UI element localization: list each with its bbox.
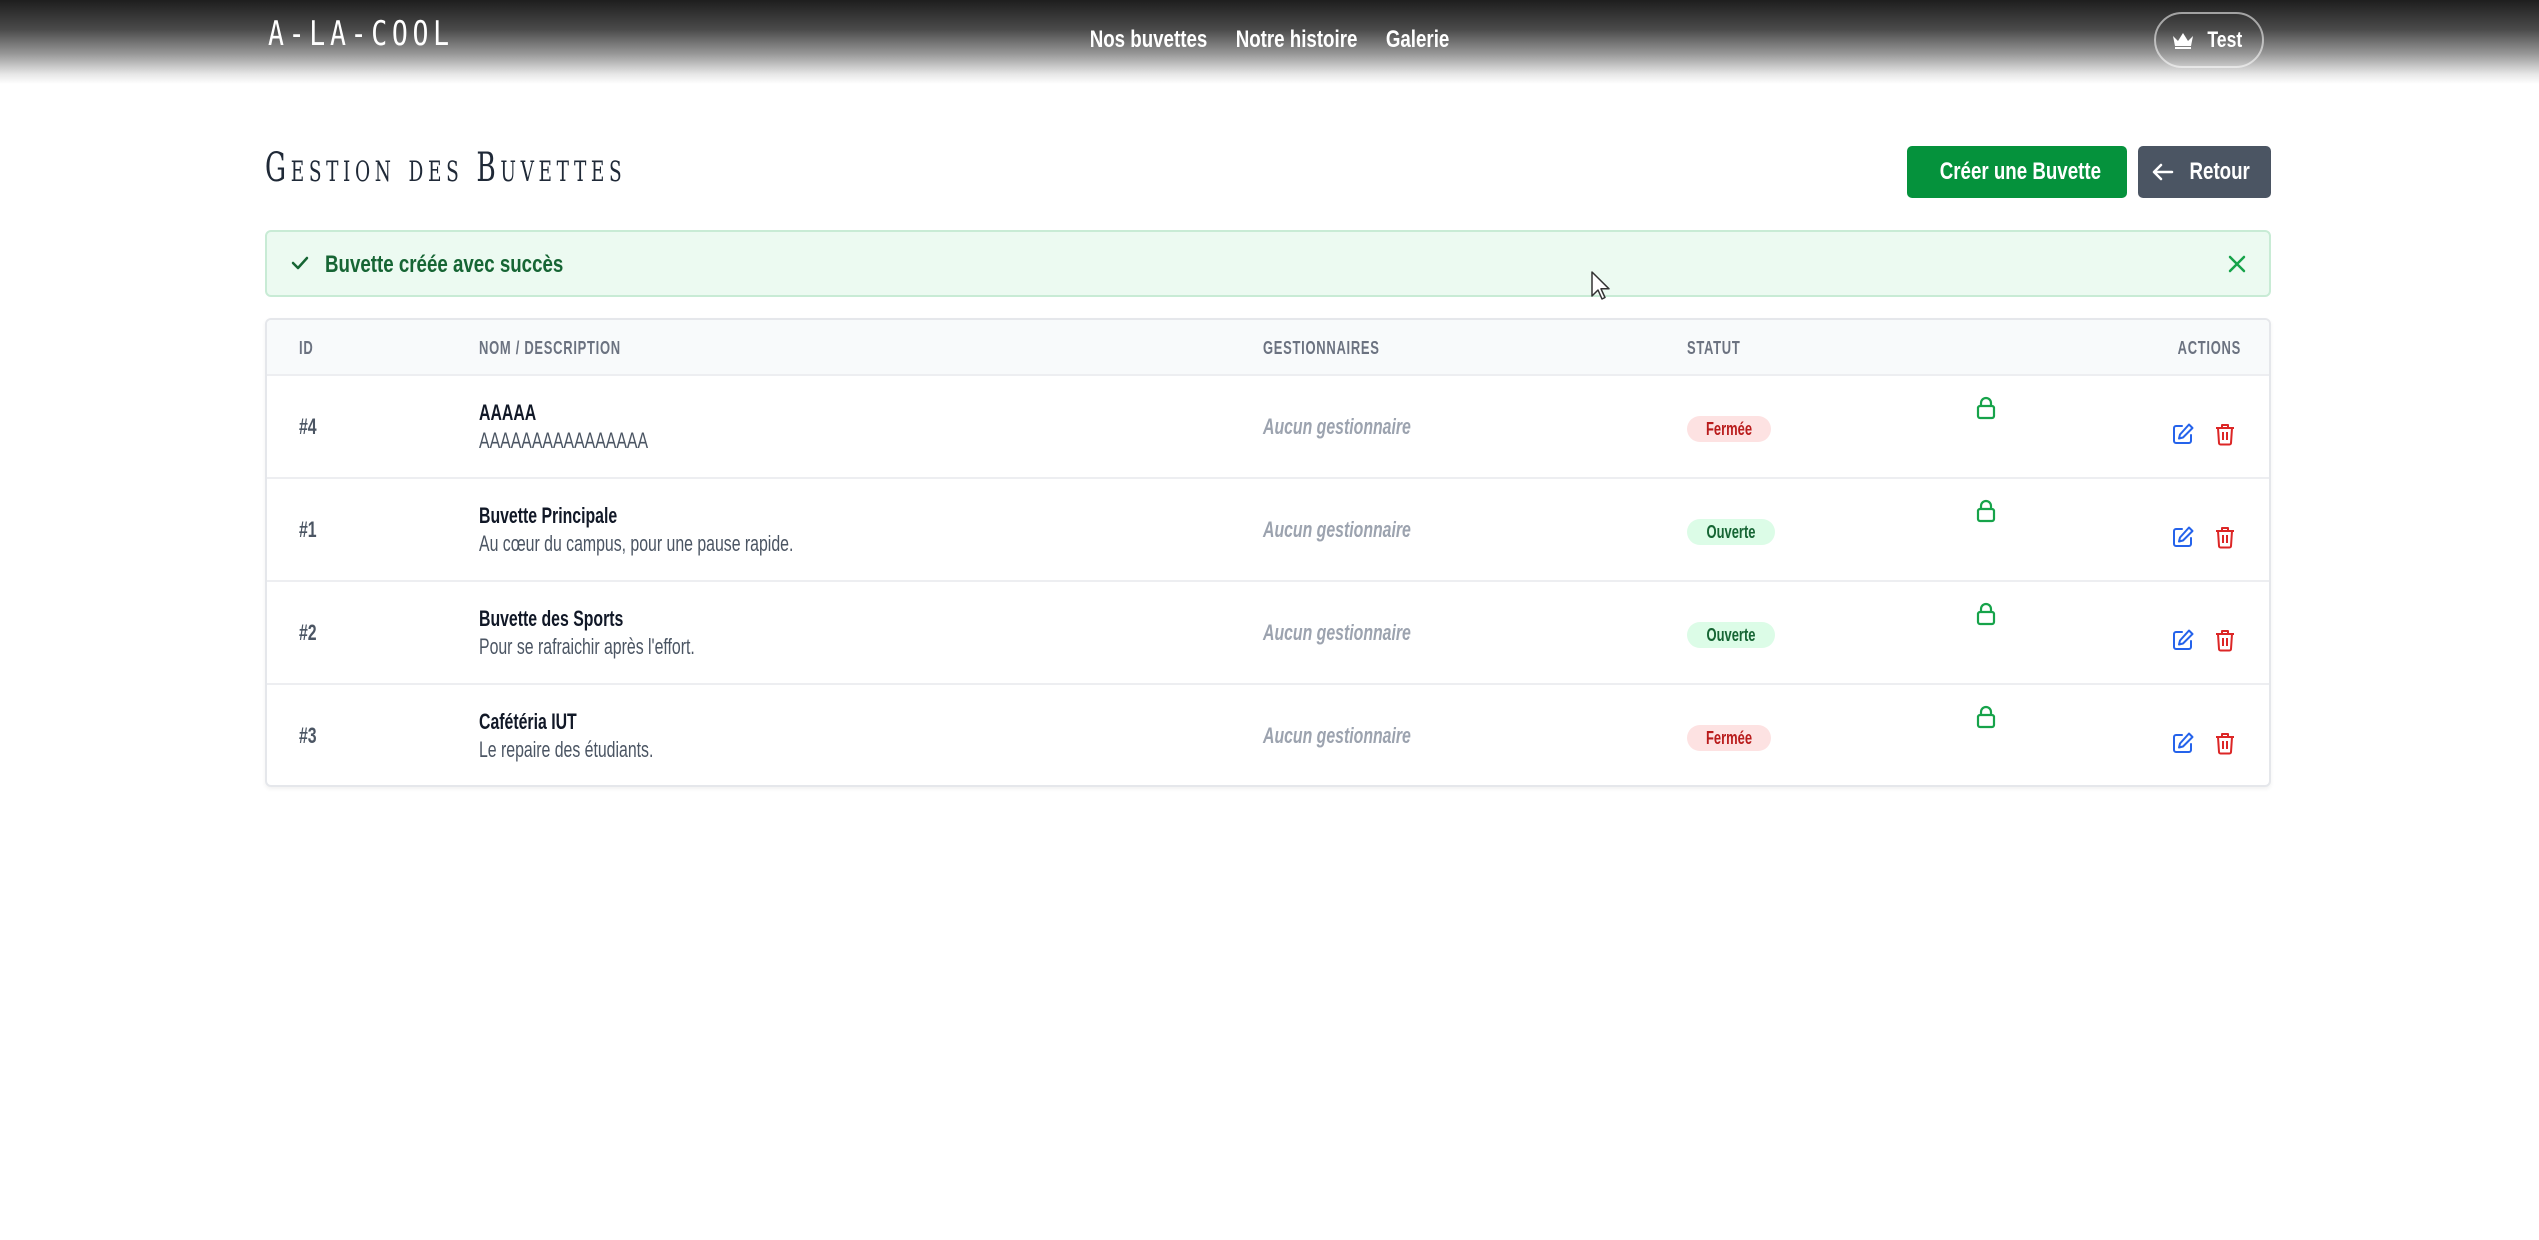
edit-icon[interactable] xyxy=(2171,422,2195,446)
row-description: Au cœur du campus, pour une pause rapide… xyxy=(479,531,794,556)
column-header-name: Nom / Description xyxy=(479,338,621,358)
column-header-actions: Actions xyxy=(2177,338,2241,358)
edit-icon[interactable] xyxy=(2171,525,2195,549)
user-menu-button[interactable]: Test xyxy=(2154,12,2264,68)
row-managers: Aucun gestionnaire xyxy=(1263,414,1411,439)
row-managers: Aucun gestionnaire xyxy=(1263,620,1411,645)
table-row: #4 AAAAA AAAAAAAAAAAAAAAA Aucun gestionn… xyxy=(267,374,2269,478)
row-name: Cafétéria IUT xyxy=(479,709,577,734)
back-button[interactable]: Retour xyxy=(2138,146,2271,198)
status-badge: Fermée xyxy=(1687,416,1772,442)
mouse-cursor-icon xyxy=(1591,271,1610,300)
create-buvette-button[interactable]: Créer une Buvette xyxy=(1907,146,2127,198)
column-header-id: ID xyxy=(299,338,314,358)
trash-icon[interactable] xyxy=(2214,731,2236,755)
top-navbar: A-LA-COOL Nos buvettes Notre histoire Ga… xyxy=(0,0,2539,84)
status-badge: Ouverte xyxy=(1687,519,1776,545)
edit-icon[interactable] xyxy=(2171,731,2195,755)
status-badge: Fermée xyxy=(1687,725,1772,751)
alert-message: Buvette créée avec succès xyxy=(325,251,564,278)
trash-icon[interactable] xyxy=(2214,525,2236,549)
table-row: #3 Cafétéria IUT Le repaire des étudiant… xyxy=(267,683,2269,785)
create-buvette-label: Créer une Buvette xyxy=(1939,158,2101,185)
edit-icon[interactable] xyxy=(2171,628,2195,652)
row-id: #1 xyxy=(299,517,317,542)
user-name: Test xyxy=(2207,27,2243,52)
lock-icon[interactable] xyxy=(1975,396,1997,420)
buvettes-table: ID Nom / Description Gestionnaires Statu… xyxy=(265,318,2271,787)
trash-icon[interactable] xyxy=(2214,628,2236,652)
row-description: Pour se rafraichir après l'effort. xyxy=(479,634,695,659)
trash-icon[interactable] xyxy=(2214,422,2236,446)
table-row: #1 Buvette Principale Au cœur du campus,… xyxy=(267,477,2269,581)
row-description: Le repaire des étudiants. xyxy=(479,737,654,762)
row-id: #2 xyxy=(299,620,317,645)
success-alert: Buvette créée avec succès xyxy=(265,230,2271,297)
column-header-status: Statut xyxy=(1687,338,1741,358)
row-name: Buvette Principale xyxy=(479,503,618,528)
status-badge: Ouverte xyxy=(1687,622,1776,648)
close-icon[interactable] xyxy=(2225,252,2249,276)
arrow-left-icon xyxy=(2152,163,2174,181)
row-managers: Aucun gestionnaire xyxy=(1263,723,1411,748)
row-managers: Aucun gestionnaire xyxy=(1263,517,1411,542)
lock-icon[interactable] xyxy=(1975,602,1997,626)
check-icon xyxy=(291,256,309,270)
lock-icon[interactable] xyxy=(1975,499,1997,523)
row-id: #4 xyxy=(299,414,317,439)
row-description: AAAAAAAAAAAAAAAA xyxy=(479,428,649,453)
row-name: Buvette des Sports xyxy=(479,606,624,631)
nav-link-galerie[interactable]: Galerie xyxy=(1386,26,1449,53)
table-header: ID Nom / Description Gestionnaires Statu… xyxy=(267,320,2269,374)
lock-icon[interactable] xyxy=(1975,705,1997,729)
row-id: #3 xyxy=(299,723,317,748)
row-name: AAAAA xyxy=(479,400,537,425)
crown-icon xyxy=(2173,33,2194,49)
nav-link-nos-buvettes[interactable]: Nos buvettes xyxy=(1090,26,1208,53)
page-title: Gestion des Buvettes xyxy=(265,145,627,191)
table-row: #2 Buvette des Sports Pour se rafraichir… xyxy=(267,580,2269,684)
column-header-managers: Gestionnaires xyxy=(1263,338,1380,358)
back-label: Retour xyxy=(2189,158,2250,185)
nav-link-notre-histoire[interactable]: Notre histoire xyxy=(1236,26,1358,53)
